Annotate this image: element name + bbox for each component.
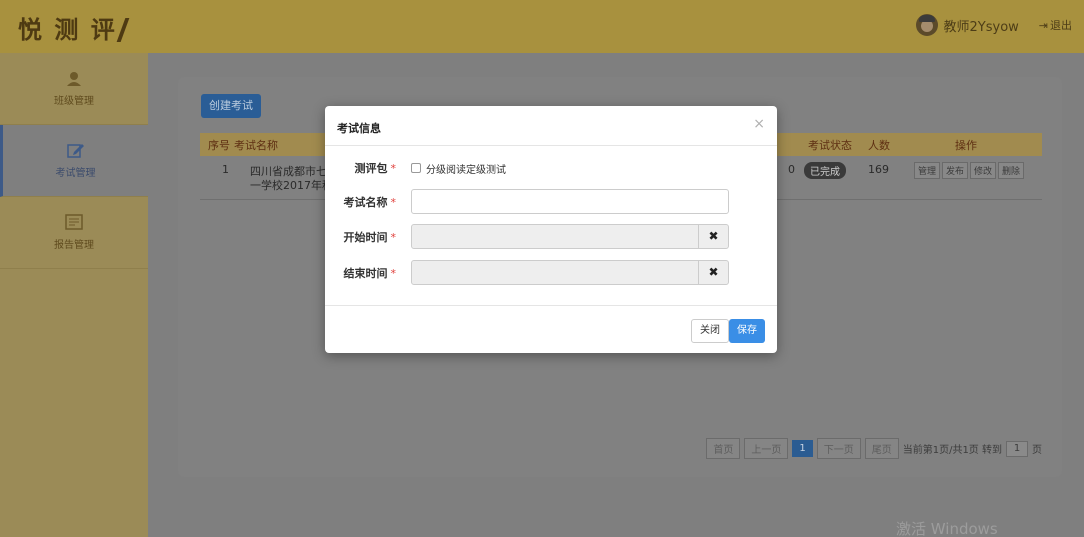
col-name: 考试名称 bbox=[234, 138, 278, 152]
row-index: 1 bbox=[222, 163, 229, 176]
user-area: 教师2Ysyow ⇥ 退出 bbox=[915, 14, 1072, 36]
row-ops: 管理 发布 修改 删除 bbox=[914, 162, 1026, 179]
package-row: 测评包 * 分级阅读定级测试 bbox=[325, 160, 507, 176]
package-label: 测评包 * bbox=[354, 162, 397, 175]
clear-end-icon[interactable]: ✖ bbox=[698, 261, 728, 284]
modal-header: 考试信息 × bbox=[325, 106, 777, 146]
edit-icon bbox=[66, 144, 84, 158]
avatar[interactable] bbox=[915, 14, 938, 36]
create-exam-button[interactable]: 创建考试 bbox=[201, 94, 261, 118]
page-suffix: 页 bbox=[1032, 445, 1042, 456]
save-button[interactable]: 保存 bbox=[729, 319, 765, 343]
col-status: 考试状态 bbox=[808, 138, 852, 152]
end-row: 结束时间 * ✖ bbox=[325, 260, 729, 285]
top-bar: 悦 测 评 教师2Ysyow ⇥ 退出 bbox=[0, 0, 1084, 53]
modal-title: 考试信息 bbox=[337, 122, 381, 135]
status-badge: 已完成 bbox=[804, 162, 846, 179]
page-info: 当前第1页/共1页 转到 bbox=[902, 445, 1002, 456]
end-label: 结束时间 * bbox=[343, 266, 397, 280]
start-row: 开始时间 * ✖ bbox=[325, 224, 729, 249]
start-time-input[interactable]: ✖ bbox=[411, 224, 729, 249]
end-time-input[interactable]: ✖ bbox=[411, 260, 729, 285]
first-page-button[interactable]: 首页 bbox=[706, 438, 741, 459]
modal-footer: 关闭 保存 bbox=[325, 305, 777, 353]
pagination: 首页 上一页 1 下一页 尾页 当前第1页/共1页 转到 1 页 bbox=[706, 438, 1042, 459]
report-icon bbox=[65, 214, 83, 230]
user-name[interactable]: 教师2Ysyow bbox=[944, 16, 1019, 35]
clear-start-icon[interactable]: ✖ bbox=[698, 225, 728, 248]
row-extra: 0 bbox=[788, 163, 795, 176]
edit-button[interactable]: 修改 bbox=[970, 162, 997, 179]
last-page-button[interactable]: 尾页 bbox=[864, 438, 899, 459]
exam-name-input[interactable] bbox=[411, 189, 729, 214]
sidebar-item-class[interactable]: 班级管理 bbox=[0, 53, 148, 125]
package-checkbox[interactable] bbox=[411, 163, 421, 173]
sidebar-item-exam[interactable]: 考试管理 bbox=[0, 125, 148, 197]
row-name-line2: 一学校2017年秋 bbox=[250, 179, 333, 192]
publish-button[interactable]: 发布 bbox=[942, 162, 969, 179]
name-label: 考试名称 * bbox=[343, 195, 397, 209]
current-page-button[interactable]: 1 bbox=[792, 440, 813, 457]
sidebar-item-report[interactable]: 报告管理 bbox=[0, 197, 148, 269]
activation-watermark: 激活 Windows bbox=[896, 520, 998, 537]
row-count: 169 bbox=[868, 163, 889, 176]
col-ops: 操作 bbox=[955, 138, 977, 152]
col-index: 序号 bbox=[208, 138, 230, 152]
prev-page-button[interactable]: 上一页 bbox=[744, 438, 789, 459]
name-row: 考试名称 * bbox=[325, 189, 729, 214]
manage-button[interactable]: 管理 bbox=[914, 162, 941, 179]
package-option-label[interactable]: 分级阅读定级测试 bbox=[426, 161, 506, 176]
exam-info-modal: 考试信息 × 测评包 * 分级阅读定级测试 考试名称 * 开始时间 * ✖ 结束时间 *… bbox=[325, 106, 777, 353]
logout-button[interactable]: ⇥ 退出 bbox=[1039, 17, 1072, 33]
col-count: 人数 bbox=[868, 138, 890, 152]
close-icon[interactable]: × bbox=[753, 116, 765, 132]
class-icon bbox=[67, 72, 81, 86]
goto-page-input[interactable]: 1 bbox=[1006, 440, 1028, 457]
logout-icon: ⇥ bbox=[1038, 18, 1048, 32]
cancel-button[interactable]: 关闭 bbox=[691, 319, 729, 343]
sidebar: 班级管理 考试管理 报告管理 bbox=[0, 53, 148, 537]
next-page-button[interactable]: 下一页 bbox=[816, 438, 861, 459]
delete-button[interactable]: 删除 bbox=[998, 162, 1025, 179]
start-label: 开始时间 * bbox=[343, 230, 397, 244]
app-logo[interactable]: 悦 测 评 bbox=[18, 10, 130, 45]
